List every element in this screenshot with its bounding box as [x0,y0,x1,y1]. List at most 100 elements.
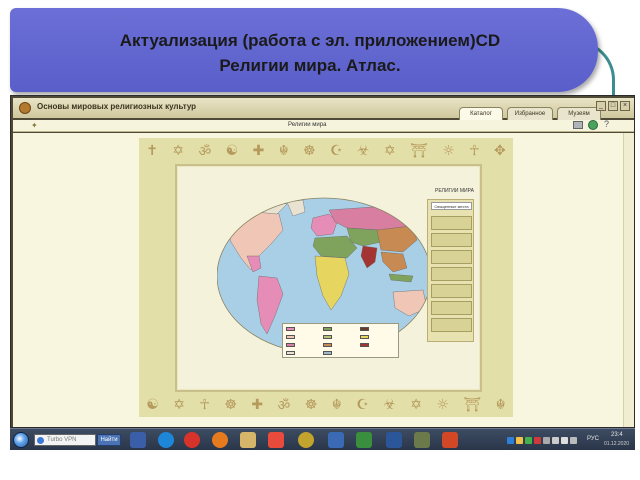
language-indicator[interactable]: РУС [587,436,599,442]
sacred-place-button[interactable] [431,233,472,247]
ie-browser-icon[interactable] [158,432,174,448]
slide-title: Актуализация (работа с эл. приложением)C… [30,28,590,78]
sacred-place-button[interactable] [431,284,472,298]
religious-symbol-icon[interactable]: ☯ [226,143,239,159]
close-icon[interactable]: × [620,101,630,111]
religious-symbol-icon[interactable]: ☬ [279,143,289,159]
yandex-icon[interactable] [268,432,284,448]
powerpoint-icon[interactable] [442,432,458,448]
app-titlebar: Основы мировых религиозных культур Катал… [13,98,634,120]
scrollbar-area[interactable] [623,133,634,427]
symbol-panel: ✝ ✡ ॐ ☯ ✚ ☬ ☸ ☪ ☣ ✡ ⛩ ☼ ☥ ✥ РЕЛИГИИ МИРА [139,138,513,417]
religious-symbol-icon[interactable]: ☼ [436,397,449,413]
slide-title-line2: Религии мира. Атлас. [219,56,401,75]
legend-item [286,351,295,355]
religious-symbol-icon[interactable]: ⛩ [463,397,481,413]
security-icon[interactable] [516,436,523,444]
map-frame: РЕЛИГИИ МИРА Священные места [175,164,482,392]
network-icon[interactable] [552,436,559,444]
map-legend [282,323,399,358]
religious-symbol-icon[interactable]: ☼ [442,143,455,159]
sacred-place-button[interactable] [431,267,472,281]
sacred-place-button[interactable] [431,301,472,315]
alert-icon[interactable] [534,436,541,444]
religious-symbol-icon[interactable]: ✡ [172,143,184,159]
religion-app-icon[interactable] [414,432,430,448]
search-input[interactable]: Turbo VPN [34,434,96,446]
religious-symbol-icon[interactable]: ☬ [332,397,342,413]
legend-item [286,343,295,347]
file-manager-icon[interactable] [130,432,146,448]
battery-icon[interactable] [543,436,550,444]
religious-symbol-icon[interactable]: ☥ [199,397,209,413]
firefox-icon[interactable] [212,432,228,448]
search-text: Turbo VPN [47,437,77,443]
religious-symbol-icon[interactable]: ✡ [384,143,396,159]
legend-item [360,335,369,339]
word-icon[interactable] [386,432,402,448]
legend-item [323,351,332,355]
start-button[interactable] [13,432,29,448]
legend-item [360,343,369,347]
religious-symbol-icon[interactable]: ☯ [146,397,159,413]
print-icon[interactable] [573,121,583,129]
religious-symbol-icon[interactable]: ॐ [278,396,291,415]
religious-symbol-icon[interactable]: ✥ [494,143,506,159]
slide-title-line1: Актуализация (работа с эл. приложением)C… [119,31,501,50]
legend-item [286,335,295,339]
sacred-place-button[interactable] [431,216,472,230]
tab-favorites[interactable]: Избранное [507,107,553,120]
religious-symbol-icon[interactable]: ✡ [410,397,422,413]
religious-symbol-icon[interactable]: ☣ [357,143,370,159]
religious-symbol-icon[interactable]: ✡ [173,397,185,413]
atlas-app-window: Основы мировых религиозных культур Катал… [10,95,635,428]
map-title: РЕЛИГИИ МИРА [435,188,474,194]
religious-symbol-icon[interactable]: ☪ [330,143,343,159]
religious-symbol-icon[interactable]: ☣ [383,397,396,413]
sacred-places-panel: Священные места [427,199,474,342]
religious-symbol-icon[interactable]: ॐ [198,142,211,161]
religious-symbol-icon[interactable]: ☪ [356,397,369,413]
app-atlas-icon[interactable] [298,432,314,448]
globe-icon[interactable] [588,120,598,130]
symbols-top-row: ✝ ✡ ॐ ☯ ✚ ☬ ☸ ☪ ☣ ✡ ⛩ ☼ ☥ ✥ [139,140,513,162]
maximize-icon[interactable]: □ [608,101,618,111]
content-title: Религии мира [288,122,327,128]
religious-symbol-icon[interactable]: ☥ [469,143,479,159]
legend-item [323,343,332,347]
app-content-area: ✝ ✡ ॐ ☯ ✚ ☬ ☸ ☪ ☣ ✡ ⛩ ☼ ☥ ✥ РЕЛИГИИ МИРА [13,133,634,427]
tab-catalog[interactable]: Каталог [459,107,503,120]
sacred-place-button[interactable] [431,250,472,264]
legend-item [360,327,369,331]
folder-icon[interactable] [240,432,256,448]
clock-time[interactable]: 23:4 [611,432,623,438]
religious-symbol-icon[interactable]: ✚ [251,397,263,413]
pin-icon[interactable]: ✦ [31,121,38,130]
antivirus-icon[interactable] [525,436,532,444]
sacred-place-button[interactable] [431,318,472,332]
symbols-bottom-row: ☯ ✡ ☥ ☸ ✚ ॐ ☸ ☬ ☪ ☣ ✡ ☼ ⛩ ☬ [139,394,513,416]
media-player-icon[interactable] [328,432,344,448]
sacred-places-header: Священные места [431,202,472,210]
bluetooth-icon[interactable] [507,436,514,444]
system-tray [507,433,577,447]
religious-symbol-icon[interactable]: ☬ [496,397,506,413]
religious-symbol-icon[interactable]: ☸ [305,397,318,413]
excel-icon[interactable] [356,432,372,448]
religious-symbol-icon[interactable]: ✚ [253,143,265,159]
vpn-icon [37,437,44,444]
app-window-title: Основы мировых религиозных культур [37,102,197,111]
tab-museums[interactable]: Музеям [557,107,601,120]
windows-taskbar: Turbo VPN Найти РУС 23:4 01.12.2020 [10,428,635,450]
clock-date[interactable]: 01.12.2020 [604,441,629,447]
religious-symbol-icon[interactable]: ☸ [224,397,237,413]
religious-symbol-icon[interactable]: ☸ [303,143,316,159]
help-icon[interactable]: ? [604,119,609,129]
flag-icon[interactable] [570,436,577,444]
find-button[interactable]: Найти [97,434,121,446]
minimize-icon[interactable]: _ [596,101,606,111]
religious-symbol-icon[interactable]: ✝ [146,143,158,159]
volume-icon[interactable] [561,436,568,444]
opera-icon[interactable] [184,432,200,448]
religious-symbol-icon[interactable]: ⛩ [410,143,428,159]
